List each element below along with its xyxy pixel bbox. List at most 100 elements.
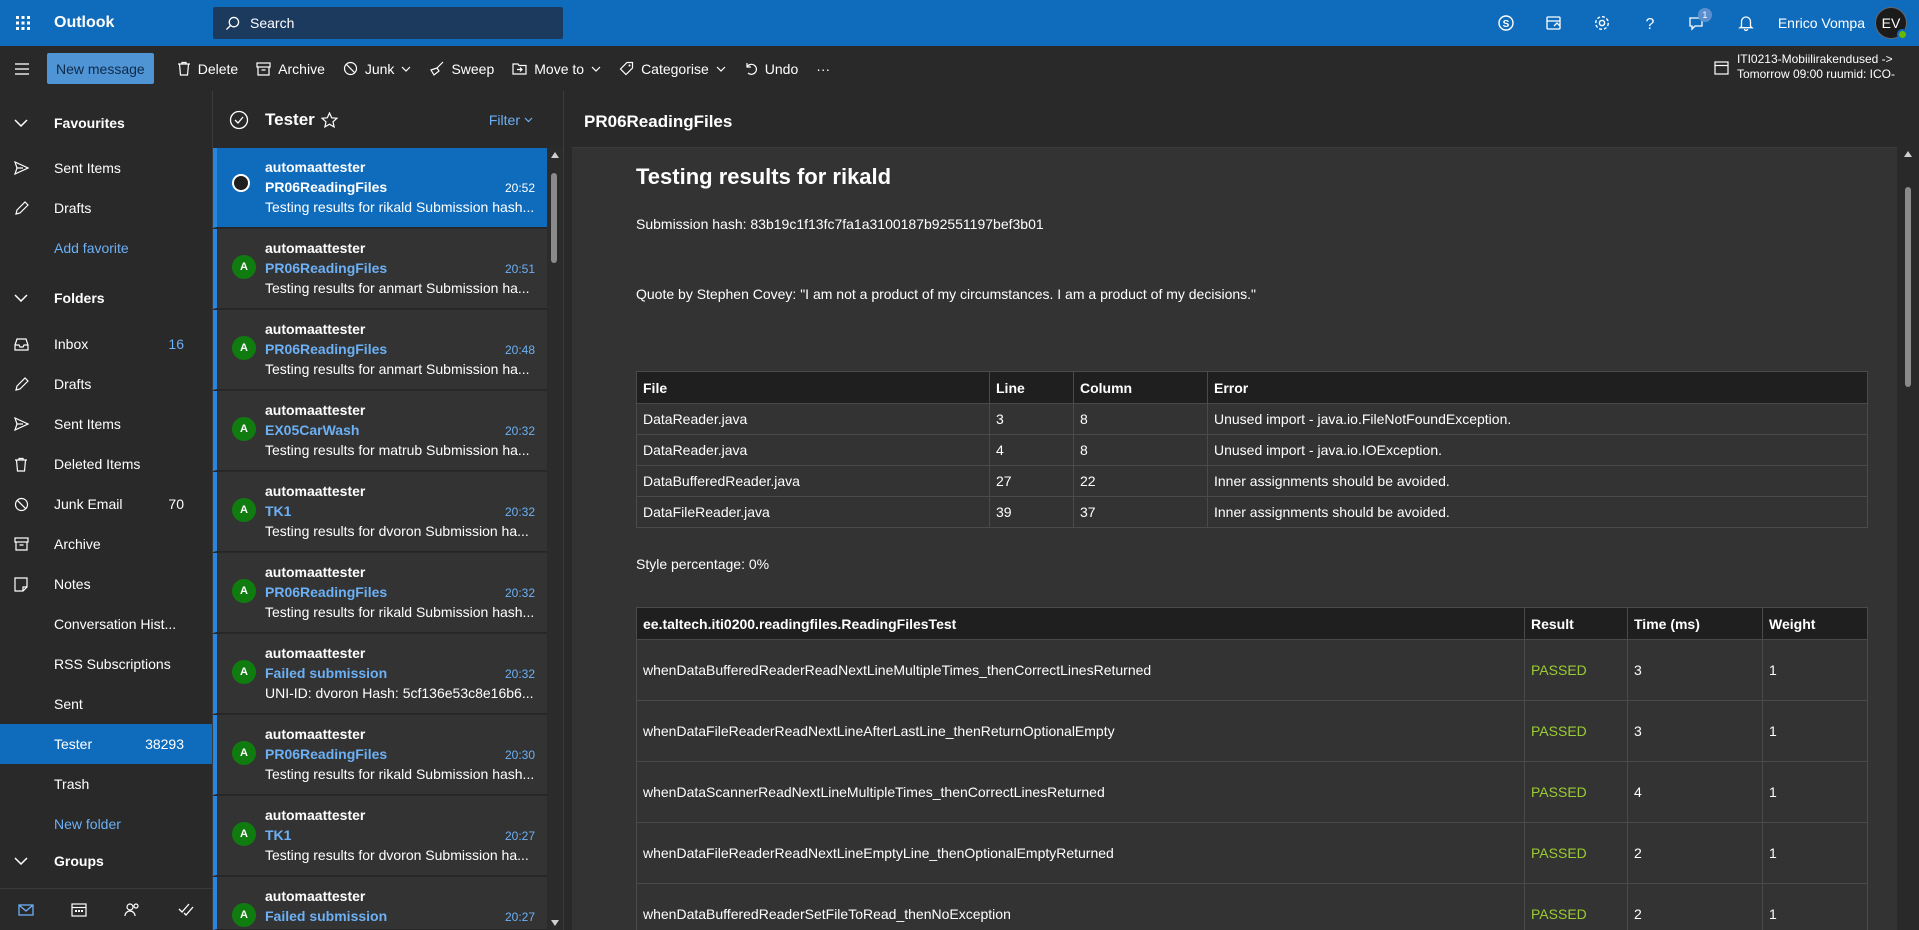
app-launcher-icon[interactable]	[0, 0, 46, 46]
app-title[interactable]: Outlook	[54, 14, 212, 32]
folder-notes[interactable]: Notes	[0, 564, 212, 604]
message-time: 20:32	[504, 586, 535, 600]
select-radio[interactable]	[232, 174, 250, 192]
people-icon[interactable]	[124, 902, 141, 917]
feedback-icon[interactable]: 1	[1674, 0, 1722, 46]
folder-deleted-items[interactable]: Deleted Items	[0, 444, 212, 484]
scroll-thumb[interactable]	[1905, 187, 1911, 387]
calendar-icon[interactable]	[71, 902, 87, 917]
hamburger-menu-icon[interactable]	[0, 62, 44, 76]
folder-drafts[interactable]: Drafts	[0, 364, 212, 404]
test-name: whenDataBufferedReaderReadNextLineMultip…	[636, 639, 1525, 701]
user-initials: EV	[1881, 15, 1901, 31]
message-sender: automaattester	[265, 726, 366, 742]
folder-rss-subscriptions[interactable]: RSS Subscriptions	[0, 644, 212, 684]
categorise-button[interactable]: Categorise	[610, 46, 735, 91]
message-item[interactable]: A automaattester PR06ReadingFiles 20:30 …	[213, 715, 547, 795]
message-list-scrollbar[interactable]	[547, 148, 563, 930]
move-folder-icon	[512, 62, 527, 75]
folder-inbox[interactable]: Inbox 16	[0, 324, 212, 364]
send-icon	[14, 161, 29, 175]
my-day-icon[interactable]	[1530, 0, 1578, 46]
folders-label: Folders	[54, 290, 105, 306]
inbox-unread-count: 16	[168, 336, 184, 352]
inbox-icon	[14, 337, 29, 351]
fav-item-drafts[interactable]: Drafts	[0, 188, 212, 228]
style-percentage: Style percentage: 0%	[636, 556, 770, 572]
select-all-check-icon[interactable]	[229, 110, 249, 130]
message-time: 20:48	[504, 343, 535, 357]
reading-pane-scrollbar[interactable]	[1901, 147, 1915, 930]
junk-button[interactable]: Junk	[334, 46, 421, 91]
table-cell: 4	[989, 434, 1074, 466]
scroll-up-icon[interactable]	[551, 152, 559, 158]
todo-check-icon[interactable]	[178, 903, 194, 916]
folder-archive[interactable]: Archive	[0, 524, 212, 564]
folders-header[interactable]: Folders	[0, 278, 212, 318]
folder-junk-email[interactable]: Junk Email 70	[0, 484, 212, 524]
message-item[interactable]: A automaattester TK1 20:27 Testing resul…	[213, 796, 547, 876]
message-item[interactable]: A automaattester EX05CarWash 20:32 Testi…	[213, 391, 547, 471]
archive-button[interactable]: Archive	[247, 46, 334, 91]
sweep-button[interactable]: Sweep	[420, 46, 503, 91]
new-message-button[interactable]: New message	[47, 53, 154, 84]
settings-gear-icon[interactable]	[1578, 0, 1626, 46]
undo-button[interactable]: Undo	[735, 46, 807, 91]
message-subject: PR06ReadingFiles	[265, 341, 388, 357]
user-avatar[interactable]: EV	[1875, 7, 1908, 40]
sweep-label: Sweep	[451, 60, 495, 77]
groups-header[interactable]: Groups	[0, 846, 212, 876]
fav-item-sent-items[interactable]: Sent Items	[0, 148, 212, 188]
mail-icon[interactable]	[18, 903, 35, 916]
table-row: whenDataScannerReadNextLineMultipleTimes…	[636, 761, 1868, 823]
sender-avatar: A	[232, 498, 256, 522]
chevron-down-icon	[14, 857, 28, 865]
message-item[interactable]: A automaattester PR06ReadingFiles 20:48 …	[213, 310, 547, 390]
search-box[interactable]: Search	[213, 7, 563, 39]
fav-sent-label: Sent Items	[54, 160, 121, 176]
message-item[interactable]: A automaattester TK1 20:32 Testing resul…	[213, 472, 547, 552]
message-item[interactable]: A automaattester Failed submission 20:32…	[213, 634, 547, 714]
skype-icon[interactable]: S	[1482, 0, 1530, 46]
notes-label: Notes	[54, 576, 91, 592]
add-favorite-link[interactable]: Add favorite	[0, 228, 212, 268]
folder-trash[interactable]: Trash	[0, 764, 212, 804]
help-icon[interactable]: ?	[1626, 0, 1674, 46]
folder-sent-items[interactable]: Sent Items	[0, 404, 212, 444]
folder-pane: Favourites Sent Items Drafts Add favorit…	[0, 91, 212, 930]
star-favorite-icon[interactable]	[321, 111, 338, 128]
filter-button[interactable]: Filter	[489, 112, 533, 128]
folder-conversation-history[interactable]: Conversation Hist...	[0, 604, 212, 644]
favourites-header[interactable]: Favourites	[0, 103, 212, 143]
table-header-row: File Line Column Error	[636, 371, 1868, 404]
message-item[interactable]: automaattester PR06ReadingFiles 20:52 Te…	[213, 148, 547, 228]
bell-icon[interactable]	[1722, 0, 1770, 46]
scroll-thumb[interactable]	[551, 173, 557, 263]
move-to-button[interactable]: Move to	[503, 46, 610, 91]
meeting-reminder[interactable]: ITI0213-Mobiilirakendused -> Tomorrow 09…	[1714, 52, 1895, 82]
trash-icon	[177, 61, 191, 76]
test-name: whenDataBufferedReaderSetFileToRead_then…	[636, 883, 1525, 930]
column-header: Column	[1073, 371, 1208, 404]
table-row: DataReader.java 4 8 Unused import - java…	[636, 434, 1868, 466]
folder-sent[interactable]: Sent	[0, 684, 212, 724]
presence-available-icon	[1897, 29, 1908, 40]
style-errors-table: File Line Column Error DataReader.java 3…	[636, 371, 1868, 528]
pencil-icon	[14, 376, 29, 392]
more-actions-button[interactable]: ···	[807, 46, 839, 91]
folder-tester[interactable]: Tester 38293	[0, 724, 212, 764]
scroll-up-icon[interactable]	[1904, 151, 1912, 157]
message-sender: automaattester	[265, 888, 366, 904]
message-item[interactable]: A automaattester PR06ReadingFiles 20:32 …	[213, 553, 547, 633]
message-time: 20:51	[504, 262, 535, 276]
scroll-down-icon[interactable]	[551, 920, 559, 926]
delete-button[interactable]: Delete	[168, 46, 247, 91]
table-row: DataReader.java 3 8 Unused import - java…	[636, 403, 1868, 435]
email-subject: PR06ReadingFiles	[584, 112, 733, 131]
new-folder-link[interactable]: New folder	[0, 804, 212, 844]
message-item[interactable]: A automaattester Failed submission 20:27	[213, 877, 547, 930]
message-time: 20:27	[504, 910, 535, 924]
message-sender: automaattester	[265, 159, 366, 175]
user-name[interactable]: Enrico Vompa	[1778, 15, 1865, 31]
message-item[interactable]: A automaattester PR06ReadingFiles 20:51 …	[213, 229, 547, 309]
